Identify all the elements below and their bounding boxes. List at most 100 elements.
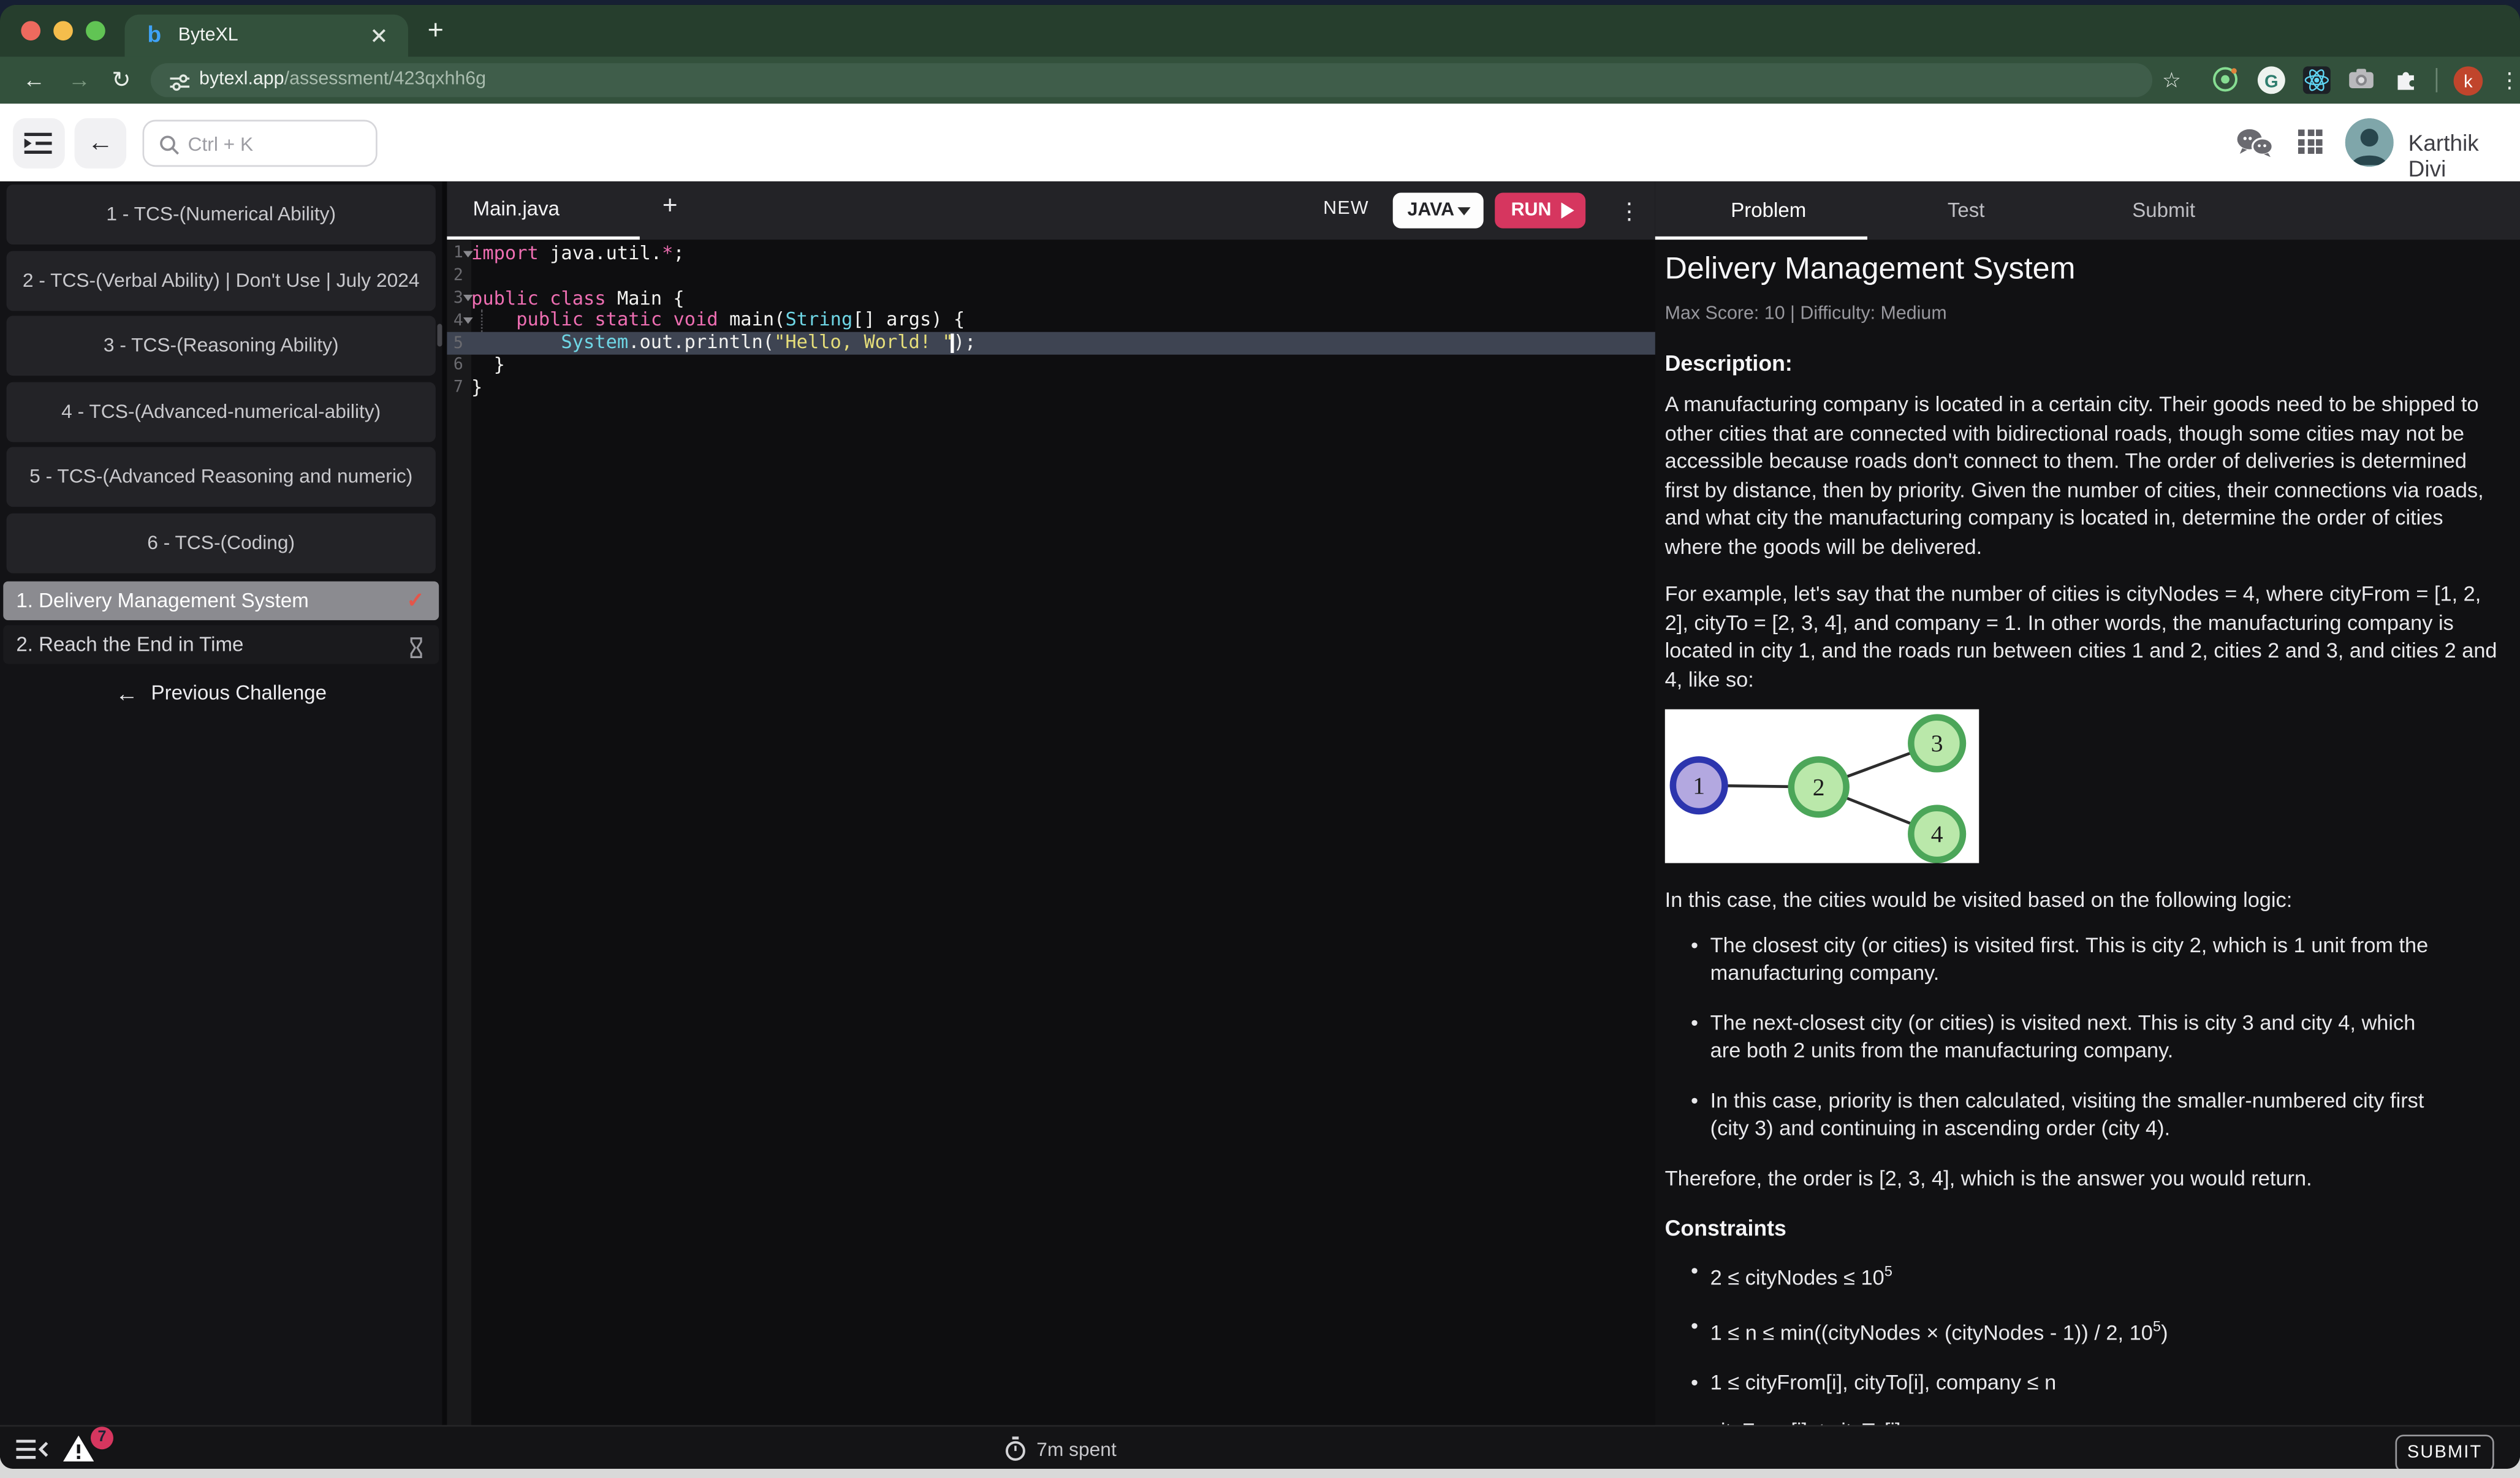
tab-favicon: b [147, 21, 161, 47]
tab-submit[interactable]: Submit [2065, 181, 2262, 240]
code-line[interactable]: 5 System.out.println("Hello, World! "); [447, 332, 1655, 354]
extension-orbit-icon[interactable] [2212, 66, 2238, 99]
constraint-item: •cityFrom[i] ≠ cityTo[i] [1665, 1416, 2504, 1425]
bullet-icon: • [1691, 1257, 1698, 1286]
browser-toolbar: ← → ↻ bytexl.app/assessment/423qxhh6g ☆ … [0, 56, 2520, 104]
line-number: 7 [447, 379, 463, 397]
tab-problem[interactable]: Problem [1670, 181, 1867, 240]
sidebar-section-item[interactable]: 1 - TCS-(Numerical Ability) [7, 184, 436, 244]
code-line[interactable]: 7} [447, 377, 1655, 399]
app-back-button[interactable]: ← [75, 118, 127, 169]
bullet-icon: • [1691, 1368, 1698, 1397]
new-file-button[interactable]: NEW [1323, 199, 1369, 219]
challenge-label: 2. Reach the End in Time [16, 633, 243, 656]
panel-tab-bar: Problem Test Submit [1655, 181, 2520, 240]
code-line[interactable]: 6 } [447, 355, 1655, 377]
line-number: 1 [447, 245, 463, 263]
challenge-item[interactable]: 2. Reach the End in Time [3, 625, 439, 664]
new-tab-button[interactable]: + [428, 13, 444, 48]
code-editor: Main.java + NEW JAVA RUN ⋮ 1 import java.… [447, 181, 1655, 1425]
code-line[interactable]: 3public class Main { [447, 287, 1655, 309]
browser-forward-icon[interactable]: → [68, 56, 91, 104]
bookmark-star-icon[interactable]: ☆ [2162, 66, 2181, 94]
sidebar-section-item[interactable]: 5 - TCS-(Advanced Reasoning and numeric) [7, 447, 436, 507]
editor-file-tab[interactable]: Main.java [473, 197, 560, 220]
language-select[interactable]: JAVA [1393, 192, 1484, 228]
extension-react-icon[interactable] [2303, 66, 2331, 93]
sidebar-section-item[interactable]: 6 - TCS-(Coding) [7, 512, 436, 572]
sidebar-toggle-button[interactable] [13, 118, 65, 169]
constraints-heading: Constraints [1665, 1216, 2504, 1242]
warning-count-badge: 7 [91, 1427, 113, 1449]
problem-title: Delivery Management System [1665, 252, 2504, 288]
sidebar-challenges: 1. Delivery Management System✓ 2. Reach t… [0, 582, 442, 669]
tab-close-icon[interactable] [370, 26, 389, 45]
code-text: } [471, 377, 482, 399]
city-graph-figure: 1234 [1665, 709, 1979, 863]
url-text: bytexl.app/assessment/423qxhh6g [199, 70, 486, 89]
console-collapse-icon[interactable] [16, 1438, 48, 1469]
challenge-label: 1. Delivery Management System [16, 589, 308, 612]
code-text: import java.util.*; [471, 243, 685, 265]
browser-profile-avatar[interactable]: k [2454, 66, 2483, 95]
constraints-list: •2 ≤ cityNodes ≤ 105•1 ≤ n ≤ min((cityNo… [1665, 1257, 2504, 1425]
extension-camera-icon[interactable] [2348, 68, 2374, 97]
browser-menu-icon[interactable]: ⋮ [2499, 56, 2520, 104]
code-line[interactable]: 4 public static void main(String[] args)… [447, 310, 1655, 332]
sidebar-scrollbar[interactable] [438, 324, 442, 347]
window-zoom-light[interactable] [86, 21, 105, 40]
browser-reload-icon[interactable]: ↻ [112, 56, 131, 104]
extensions-puzzle-icon[interactable] [2394, 66, 2418, 99]
code-text: System.out.println("Hello, World! "); [471, 332, 976, 354]
logic-bullet: •The closest city (or cities) is visited… [1665, 930, 2504, 987]
challenge-pending-hourglass-icon [408, 633, 424, 672]
browser-tab[interactable]: b ByteXL [124, 15, 408, 57]
previous-challenge-link[interactable]: ←Previous Challenge [0, 680, 442, 706]
browser-back-icon[interactable]: ← [23, 56, 45, 104]
add-file-icon[interactable]: + [662, 192, 678, 222]
code-lines[interactable]: 1 import java.util.*; 23public class Main … [447, 243, 1655, 399]
constraint-item: •1 ≤ cityFrom[i], cityTo[i], company ≤ n [1665, 1368, 2504, 1397]
sidebar-section-item[interactable]: 2 - TCS-(Verbal Ability) | Don't Use | J… [7, 250, 436, 310]
search-placeholder: Ctrl + K [188, 133, 254, 156]
bullet-text: In this case, priority is then calculate… [1710, 1088, 2424, 1140]
line-number: 5 [447, 335, 463, 352]
assessment-sidebar: 1 - TCS-(Numerical Ability)2 - TCS-(Verb… [0, 181, 442, 1425]
submit-button[interactable]: SUBMIT [2396, 1434, 2494, 1469]
chat-icon[interactable] [2237, 128, 2274, 165]
line-number: 2 [447, 268, 463, 286]
window-minimize-light[interactable] [53, 21, 73, 40]
run-button[interactable]: RUN [1495, 192, 1585, 228]
sidebar-section-item[interactable]: 4 - TCS-(Advanced-numerical-ability) [7, 381, 436, 441]
apps-grid-icon[interactable] [2298, 129, 2323, 154]
example-paragraph: For example, let's say that the number o… [1665, 580, 2504, 693]
challenge-item[interactable]: 1. Delivery Management System✓ [3, 582, 439, 620]
window-close-light[interactable] [21, 21, 40, 40]
code-line[interactable]: 2 [447, 265, 1655, 287]
problem-content[interactable]: Delivery Management System Max Score: 10… [1655, 240, 2520, 1425]
svg-text:2: 2 [1813, 774, 1825, 801]
order-line: Therefore, the order is [2, 3, 4], which… [1665, 1164, 2504, 1192]
code-text: public static void main(String[] args) { [471, 310, 965, 332]
sidebar-section-item[interactable]: 3 - TCS-(Reasoning Ability) [7, 316, 436, 376]
logic-bullet-list: •The closest city (or cities) is visited… [1665, 930, 2504, 1142]
editor-tab-bar: Main.java + NEW JAVA RUN ⋮ [447, 181, 1655, 240]
indent-guide [480, 310, 482, 332]
bullet-text: The closest city (or cities) is visited … [1710, 932, 2429, 985]
bullet-icon: • [1691, 1416, 1698, 1425]
editor-body[interactable]: 1 import java.util.*; 23public class Main … [447, 240, 1655, 1425]
warnings-indicator[interactable]: 7 [61, 1433, 104, 1466]
site-settings-icon[interactable] [170, 70, 189, 100]
address-bar[interactable]: bytexl.app/assessment/423qxhh6g [151, 63, 2152, 97]
code-line[interactable]: 1 import java.util.*; [447, 243, 1655, 265]
footer-bar: 7 7m spent SUBMIT [0, 1425, 2520, 1469]
screen: b ByteXL + ← → ↻ bytexl.app/assessment/4… [0, 0, 2520, 1478]
url-host: bytexl.app [199, 70, 284, 89]
editor-menu-icon[interactable]: ⋮ [1618, 181, 1641, 240]
search-input[interactable]: Ctrl + K [143, 120, 378, 167]
tab-title: ByteXL [178, 26, 238, 45]
tab-test[interactable]: Test [1867, 181, 2065, 240]
extension-grammarly-icon[interactable]: G [2258, 66, 2285, 93]
user-avatar[interactable] [2345, 118, 2394, 167]
stopwatch-icon [1004, 1436, 1027, 1461]
